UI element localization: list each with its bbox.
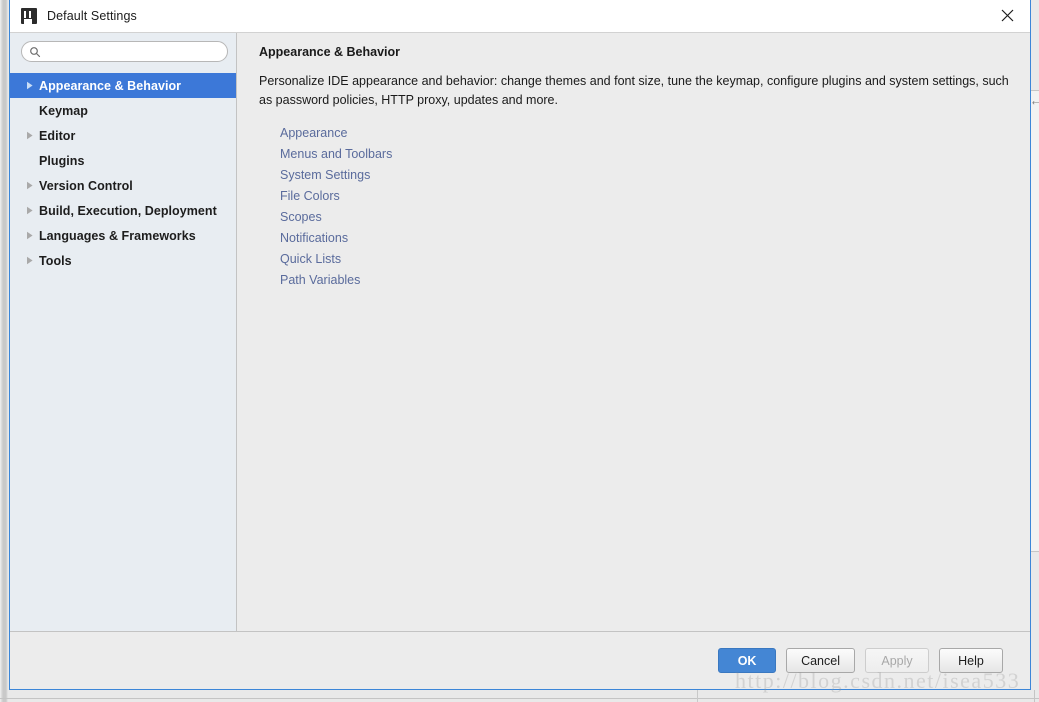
sidebar-item-label: Appearance & Behavior (39, 78, 182, 93)
sidebar-item-keymap[interactable]: Keymap (10, 98, 236, 123)
settings-link-list: Appearance Menus and Toolbars System Setti… (280, 123, 1014, 291)
sidebar-item-plugins[interactable]: Plugins (10, 148, 236, 173)
sidebar-item-label: Editor (39, 128, 76, 143)
background-panel-right: ⟷ (1030, 90, 1039, 552)
sidebar-item-label: Version Control (39, 178, 133, 193)
chevron-right-icon[interactable] (21, 181, 39, 190)
background-bottom-divider-center (697, 690, 698, 702)
settings-sidebar: Appearance & Behavior Keymap Editor Plugins… (10, 33, 237, 631)
dialog-title: Default Settings (47, 8, 137, 23)
dialog-footer: OK Cancel Apply Help (10, 631, 1030, 689)
settings-link-quick-lists[interactable]: Quick Lists (280, 249, 341, 270)
sidebar-item-version-control[interactable]: Version Control (10, 173, 236, 198)
settings-link-appearance[interactable]: Appearance (280, 123, 347, 144)
chevron-right-icon[interactable] (21, 81, 39, 90)
background-panel-arrow-icon: ⟷ (1032, 98, 1039, 107)
dialog-titlebar: Default Settings (10, 0, 1030, 32)
chevron-right-icon[interactable] (21, 231, 39, 240)
settings-content-panel: Appearance & Behavior Personalize IDE ap… (237, 33, 1030, 631)
chevron-right-icon[interactable] (21, 131, 39, 140)
intellij-idea-icon (21, 7, 37, 24)
sidebar-item-languages-frameworks[interactable]: Languages & Frameworks (10, 223, 236, 248)
sidebar-item-tools[interactable]: Tools (10, 248, 236, 273)
settings-link-system-settings[interactable]: System Settings (280, 165, 370, 186)
sidebar-item-build-execution-deployment[interactable]: Build, Execution, Deployment (10, 198, 236, 223)
dialog-body: Appearance & Behavior Keymap Editor Plugins… (10, 32, 1030, 631)
settings-link-path-variables[interactable]: Path Variables (280, 270, 360, 291)
ok-button[interactable]: OK (718, 648, 777, 673)
page-description: Personalize IDE appearance and behavior:… (259, 74, 1009, 107)
search-container (10, 33, 236, 62)
settings-link-menus-and-toolbars[interactable]: Menus and Toolbars (280, 144, 392, 165)
sidebar-item-label: Tools (39, 253, 72, 268)
default-settings-dialog: Default Settings Appearance & Behavior Ke… (9, 0, 1031, 690)
close-icon[interactable] (984, 0, 1030, 31)
sidebar-item-label: Build, Execution, Deployment (39, 203, 217, 218)
search-input[interactable] (46, 43, 216, 60)
apply-button: Apply (865, 648, 929, 673)
settings-link-notifications[interactable]: Notifications (280, 228, 348, 249)
sidebar-item-appearance-behavior[interactable]: Appearance & Behavior (10, 73, 236, 98)
chevron-right-icon[interactable] (21, 256, 39, 265)
background-window-left-edge (0, 0, 8, 702)
chevron-right-icon[interactable] (21, 206, 39, 215)
settings-tree: Appearance & Behavior Keymap Editor Plugins… (10, 73, 236, 631)
sidebar-item-editor[interactable]: Editor (10, 123, 236, 148)
search-box[interactable] (21, 41, 228, 62)
search-icon (30, 46, 41, 57)
settings-link-file-colors[interactable]: File Colors (280, 186, 340, 207)
settings-link-scopes[interactable]: Scopes (280, 207, 322, 228)
page-title: Appearance & Behavior (259, 45, 401, 59)
sidebar-item-label: Keymap (39, 103, 88, 118)
background-bottom-divider-right (1034, 690, 1035, 702)
help-button[interactable]: Help (939, 648, 1003, 673)
background-bottom-separator (0, 698, 1039, 699)
sidebar-item-label: Plugins (39, 153, 85, 168)
cancel-button[interactable]: Cancel (786, 648, 855, 673)
sidebar-item-label: Languages & Frameworks (39, 228, 196, 243)
